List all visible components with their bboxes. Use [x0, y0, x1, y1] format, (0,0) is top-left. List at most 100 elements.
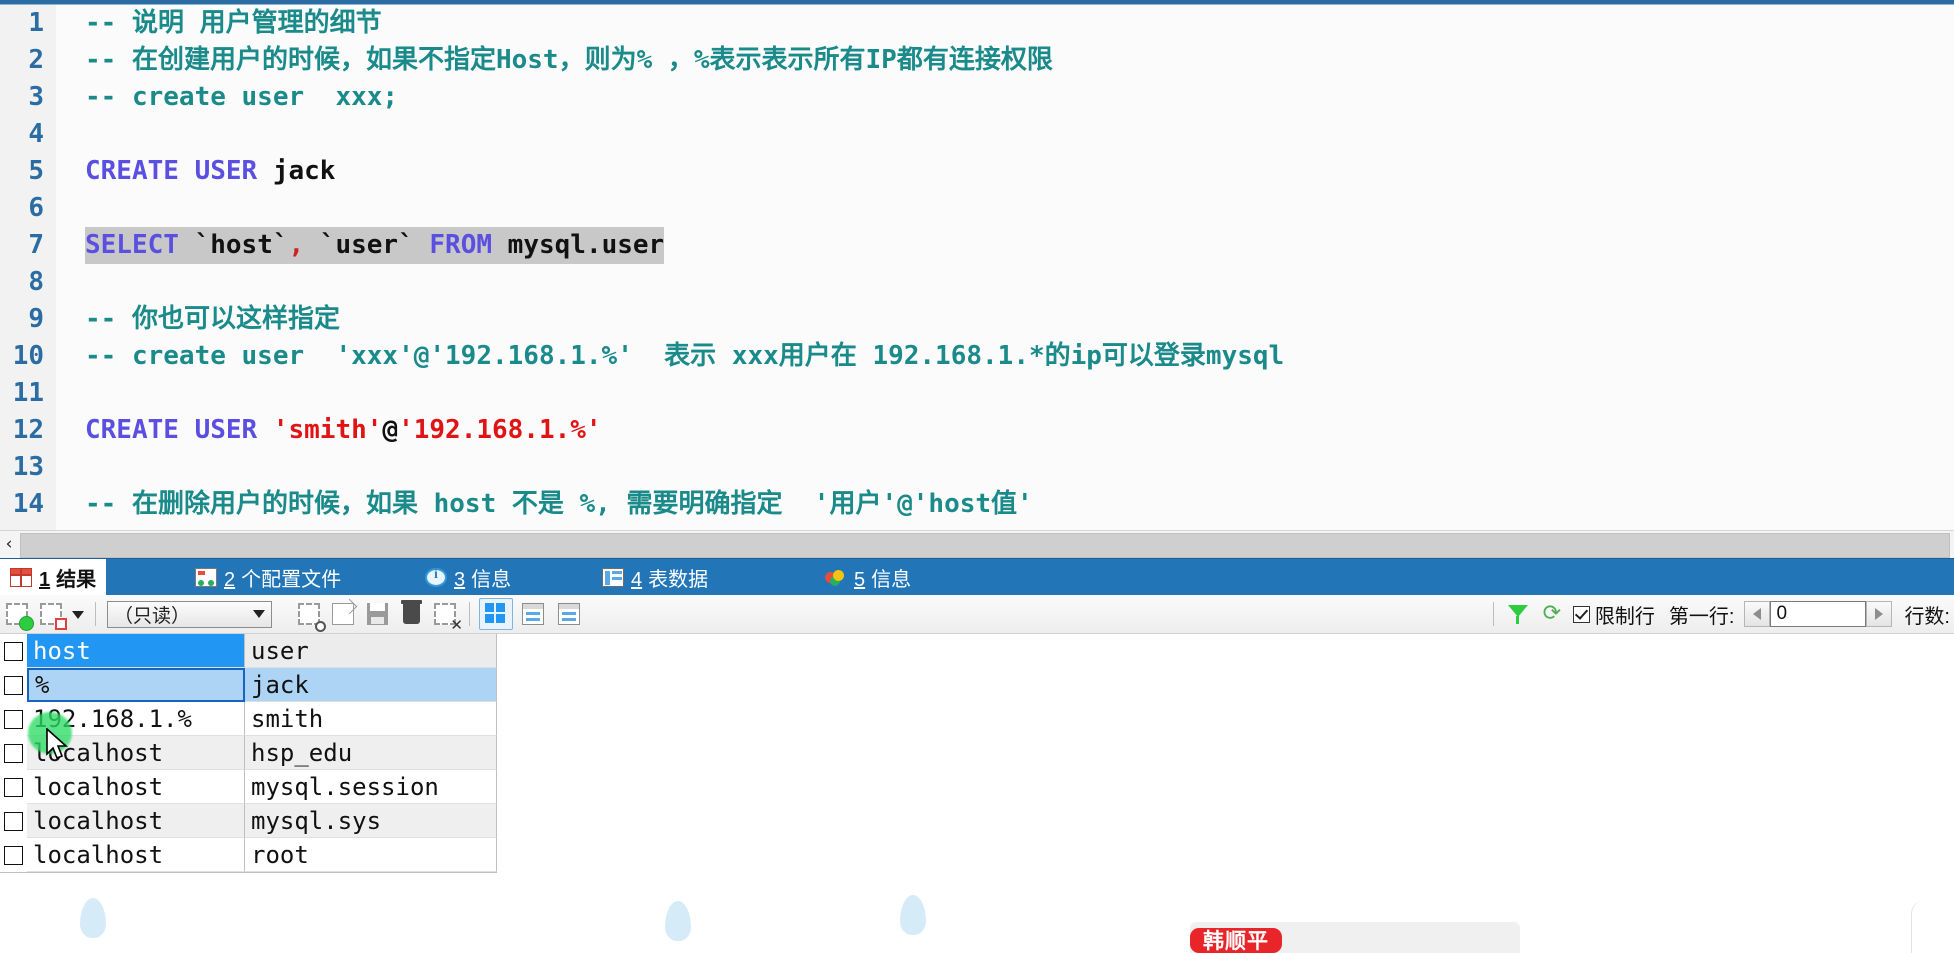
code-token: -- 你也可以这样指定 — [85, 304, 340, 334]
cell-host[interactable]: localhost — [27, 770, 245, 804]
first-row-spinner[interactable]: 0 — [1744, 601, 1893, 627]
code-lines[interactable]: 1 -- 说明 用户管理的细节 2 -- 在创建用户的时候，如果不指定Host，则为%… — [0, 5, 1954, 523]
cell-user[interactable]: jack — [245, 668, 497, 702]
tab-2[interactable]: 2 个配置文件 — [185, 559, 351, 596]
code-line[interactable]: 4 — [0, 116, 1954, 153]
table-row[interactable]: localhost root — [0, 838, 1954, 872]
grid-toolbar[interactable]: （只读） ✕ ⟳ 限制行 第一行: 0 行数: — [0, 595, 1954, 634]
scroll-left-arrow-icon[interactable]: ‹ — [0, 531, 18, 558]
cell-user[interactable]: mysql.sys — [245, 804, 497, 838]
row-checkbox[interactable] — [4, 743, 23, 763]
row-select-cell[interactable] — [0, 634, 27, 668]
line-number: 7 — [28, 230, 44, 260]
find-in-grid-button[interactable] — [294, 599, 326, 632]
editor-horizontal-scrollbar[interactable]: ‹ — [0, 530, 1954, 558]
tab-5[interactable]: 5 信息 — [815, 559, 921, 596]
code-line[interactable]: 6 — [0, 190, 1954, 227]
code-line-text: -- 说明 用户管理的细节 — [85, 5, 382, 42]
spinner-next-button[interactable] — [1866, 601, 1893, 627]
scrollbar-thumb[interactable] — [20, 533, 1950, 558]
view-form-button[interactable] — [517, 599, 549, 629]
view-text-button[interactable] — [553, 599, 585, 629]
sql-editor-pane[interactable]: 1 -- 说明 用户管理的细节 2 -- 在创建用户的时候，如果不指定Host，则为%… — [0, 5, 1954, 530]
cell-host[interactable]: localhost — [27, 838, 245, 872]
toolbar-separator — [95, 602, 96, 626]
tab-key: 5 — [854, 569, 866, 591]
code-line[interactable]: 14 -- 在删除用户的时候，如果 host 不是 %, 需要明确指定 '用户'@… — [0, 486, 1954, 523]
code-line[interactable]: 2 -- 在创建用户的时候，如果不指定Host，则为% ，%表示表示所有IP都有连… — [0, 42, 1954, 79]
row-checkbox[interactable] — [4, 709, 23, 729]
code-line[interactable]: 5 CREATE USER jack — [0, 153, 1954, 190]
code-line[interactable]: 8 — [0, 264, 1954, 301]
export-grid-button[interactable] — [328, 598, 358, 629]
row-checkbox[interactable] — [4, 811, 23, 831]
code-line[interactable]: 12 CREATE USER 'smith'@'192.168.1.%' — [0, 412, 1954, 449]
row-checkbox[interactable] — [4, 641, 23, 661]
view-grid-button[interactable] — [479, 598, 513, 630]
cell-user[interactable]: smith — [245, 702, 497, 736]
row-select-cell[interactable] — [0, 736, 27, 770]
filter-button[interactable] — [1503, 599, 1533, 629]
row-select-cell[interactable] — [0, 770, 27, 804]
spinner-prev-button[interactable] — [1744, 601, 1771, 627]
line-number: 11 — [12, 378, 44, 408]
edit-mode-select[interactable]: （只读） — [107, 600, 272, 628]
save-grid-button[interactable] — [362, 599, 392, 629]
code-line[interactable]: 3 -- create user xxx; — [0, 79, 1954, 116]
row-select-cell[interactable] — [0, 702, 27, 736]
refresh-button[interactable]: ⟳ — [1537, 599, 1567, 629]
funnel-icon — [1506, 602, 1530, 626]
tab-1[interactable]: 1 结果 — [0, 559, 107, 596]
table-row[interactable]: localhost mysql.session — [0, 770, 1954, 804]
row-checkbox[interactable] — [4, 675, 23, 695]
tab-3[interactable]: 3信息 — [415, 559, 521, 596]
dropdown-arrow-button[interactable] — [70, 599, 86, 629]
table-row[interactable]: % jack — [0, 668, 1954, 702]
row-select-cell[interactable] — [0, 838, 27, 872]
cell-user[interactable]: mysql.session — [245, 770, 497, 804]
cell-host[interactable]: localhost — [27, 736, 245, 770]
cell-host[interactable]: % — [27, 668, 245, 702]
row-checkbox[interactable] — [4, 777, 23, 797]
decorative-bubble — [80, 898, 106, 938]
row-select-cell[interactable] — [0, 668, 27, 702]
cell-host[interactable]: 192.168.1.% — [27, 702, 245, 736]
clear-grid-button[interactable]: ✕ — [430, 599, 463, 633]
code-token: -- 在删除用户的时候，如果 host 不是 %, 需要明确指定 '用户'@'h… — [85, 489, 1033, 519]
row-select-cell[interactable] — [0, 804, 27, 838]
tab-4[interactable]: 4 表数据 — [592, 559, 718, 596]
code-line[interactable]: 9 -- 你也可以这样指定 — [0, 301, 1954, 338]
code-line[interactable]: 1 -- 说明 用户管理的细节 — [0, 5, 1954, 42]
line-number: 10 — [12, 341, 44, 371]
code-line-text: -- 在创建用户的时候，如果不指定Host，则为% ，%表示表示所有IP都有连接… — [85, 42, 1053, 79]
code-line-text: -- create user xxx; — [85, 79, 398, 116]
cell-user[interactable]: hsp_edu — [245, 736, 497, 770]
line-number: 4 — [28, 119, 44, 149]
code-line[interactable]: 13 — [0, 449, 1954, 486]
edit-grid-button[interactable] — [2, 599, 34, 631]
code-line[interactable]: 11 — [0, 375, 1954, 412]
column-header-host[interactable]: host — [27, 634, 245, 668]
first-row-input[interactable]: 0 — [1770, 601, 1867, 627]
table-row[interactable]: localhost mysql.sys — [0, 804, 1954, 838]
result-data-grid[interactable]: host user% jack 192.168.1.% smith localhost hs… — [0, 634, 1954, 880]
color-balls-icon — [825, 568, 847, 587]
limit-rows-checkbox[interactable] — [1572, 605, 1590, 623]
table-row[interactable]: localhost hsp_edu — [0, 736, 1954, 770]
tab-key: 1 — [39, 569, 51, 591]
results-tab-bar[interactable]: 1结果 2个配置文件 3信息 4表数据 5信息 — [0, 558, 1954, 596]
cell-host[interactable]: localhost — [27, 804, 245, 838]
delete-row-button[interactable] — [396, 599, 426, 629]
code-line[interactable]: 7 SELECT `host`, `user` FROM mysql.user — [0, 227, 1954, 264]
row-checkbox[interactable] — [4, 845, 23, 865]
insert-row-button[interactable] — [36, 599, 67, 630]
table-row[interactable]: 192.168.1.% smith — [0, 702, 1954, 736]
profile-icon — [195, 568, 217, 587]
tab-key: 4 — [631, 569, 643, 591]
column-header-user[interactable]: user — [245, 634, 497, 668]
grid-toolbar-right-group: ⟳ 限制行 第一行: 0 行数: — [1486, 599, 1954, 629]
code-token: mysql.user — [507, 230, 665, 260]
limit-rows-group[interactable]: 限制行 — [1572, 600, 1655, 629]
code-line[interactable]: 10 -- create user 'xxx'@'192.168.1.%' 表示 … — [0, 338, 1954, 375]
cell-user[interactable]: root — [245, 838, 497, 872]
